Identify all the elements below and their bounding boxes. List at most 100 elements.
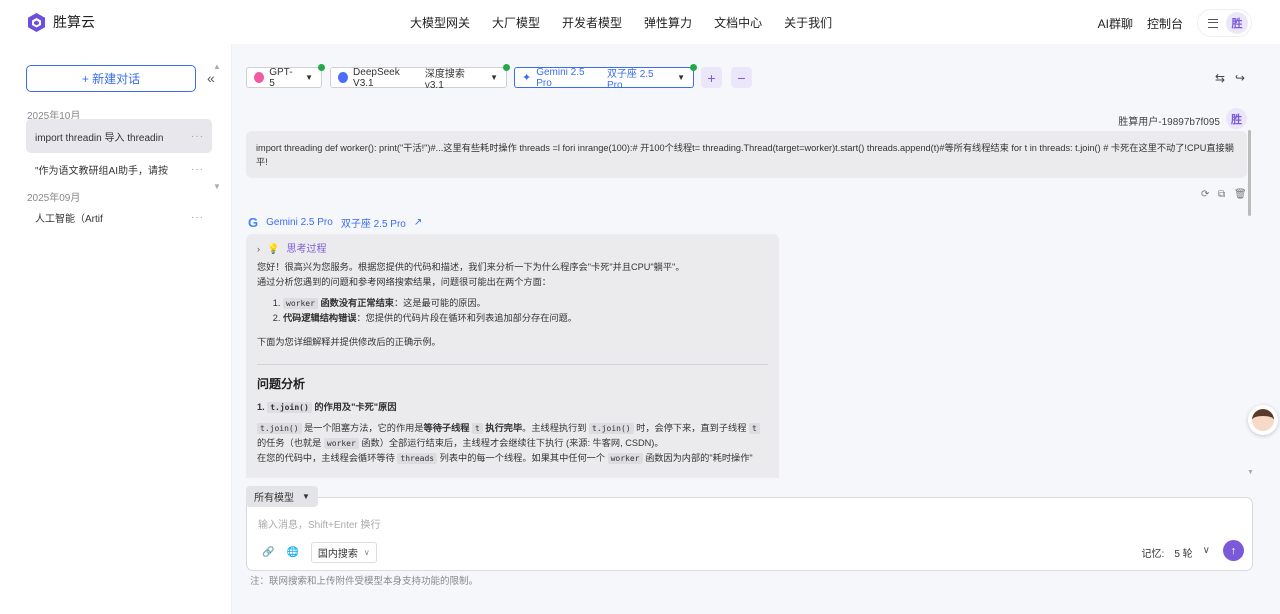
model-name: Gemini 2.5 Pro <box>536 66 585 89</box>
text: 是一个阻塞方法，它的作用是 <box>304 423 424 433</box>
bold-text: 等待子线程 <box>423 423 470 433</box>
globe-icon[interactable]: 🌐 <box>286 547 298 558</box>
divider <box>257 364 768 365</box>
brand[interactable]: 胜算云 <box>28 12 95 32</box>
inline-code: t.join() <box>589 423 634 434</box>
top-header: 胜算云 大模型网关 大厂模型 开发者模型 弹性算力 文档中心 关于我们 AI群聊… <box>0 0 1280 44</box>
inline-code: threads <box>397 453 438 464</box>
dropdown-icon: ▼ <box>677 73 685 82</box>
ai-model-sub: 双子座 2.5 Pro <box>340 219 406 230</box>
user-message: import threading def worker(): print("干活… <box>246 131 1247 178</box>
nav-item-big-vendor[interactable]: 大厂模型 <box>492 14 540 31</box>
gpt-icon <box>254 72 265 83</box>
user-name: 胜算用户-19897b7f095 <box>1118 117 1220 128</box>
dropdown-icon: ▼ <box>302 492 310 501</box>
conversation-item[interactable]: 人工智能（Artif ··· <box>26 200 212 234</box>
list-item: worker 函数没有正常结束：这是最可能的原因。 <box>283 296 768 311</box>
bold-text: 执行完毕 <box>485 423 523 433</box>
dropdown-icon: ▼ <box>305 73 313 82</box>
list-item: 代码逻辑结构错误：您提供的代码片段在循环和列表追加部分存在问题。 <box>283 311 768 326</box>
thinking-label: 思考过程 <box>286 244 327 255</box>
main-nav: 大模型网关 大厂模型 开发者模型 弹性算力 文档中心 关于我们 <box>410 14 832 31</box>
model-name: GPT-5 <box>269 66 293 89</box>
console-link[interactable]: 控制台 <box>1147 15 1183 32</box>
footer-note: 注：联网搜索和上传附件受模型本身支持功能的限制。 <box>250 576 479 587</box>
deepseek-icon <box>338 72 349 83</box>
user-menu[interactable]: 胜 <box>1197 9 1252 37</box>
share-icon[interactable]: ↪ <box>1235 71 1245 85</box>
search-mode-select[interactable]: 国内搜索 ∨ <box>310 542 377 563</box>
more-icon[interactable]: ··· <box>191 164 204 175</box>
delete-icon[interactable]: 🗑 <box>1234 189 1247 200</box>
conversation-title: import threadin 导入 threadin <box>35 132 164 144</box>
memory-value: 5 轮 <box>1174 549 1193 560</box>
sub-heading: 1. t.join() 的作用及"卡死"原因 <box>257 400 768 415</box>
add-model-button[interactable]: + <box>701 67 722 88</box>
nav-item-docs[interactable]: 文档中心 <box>714 14 762 31</box>
composer: 输入消息，Shift+Enter 换行 🔗 🌐 国内搜索 ∨ 记忆: 5 轮 ∨… <box>246 497 1253 571</box>
more-icon[interactable]: ··· <box>191 212 204 223</box>
conversation-item[interactable]: "作为语文教研组AI助手，请按 ··· <box>26 152 212 186</box>
chevron-down-icon: ∨ <box>1202 545 1210 556</box>
bold-text: 函数没有正常结束 <box>320 298 394 308</box>
switch-icon[interactable]: ⇆ <box>1215 71 1225 85</box>
assistant-face-icon <box>1252 409 1274 431</box>
refresh-icon[interactable]: ⟳ <box>1201 189 1209 200</box>
text: 时，会停下来，直到子线程 <box>636 423 747 433</box>
model-chip-deepseek[interactable]: DeepSeek V3.1 深度搜索 v3.1 ▼ <box>330 64 510 91</box>
send-button[interactable]: ↑ <box>1223 540 1244 561</box>
assistant-avatar[interactable] <box>1248 405 1278 435</box>
group-chat-link[interactable]: AI群聊 <box>1098 15 1133 32</box>
scroll-up-icon[interactable]: ▲ <box>213 62 221 71</box>
inline-code: worker <box>607 453 643 464</box>
model-chip-gpt5[interactable]: GPT-5 ▼ <box>246 64 325 89</box>
sub-num: 1. <box>257 402 265 412</box>
nav-item-about[interactable]: 关于我们 <box>784 14 832 31</box>
chevron-right-icon: › <box>257 244 260 254</box>
user-avatar: 胜 <box>1226 108 1247 129</box>
text: 函数因为内部的"耗时操作" <box>645 453 753 463</box>
thinking-toggle[interactable]: › 💡 思考过程 <box>257 242 768 257</box>
model-chip-gemini[interactable]: ✦ Gemini 2.5 Pro 双子座 2.5 Pro ▼ <box>514 64 697 91</box>
nav-item-developer[interactable]: 开发者模型 <box>562 14 622 31</box>
all-models-label: 所有模型 <box>254 493 294 504</box>
status-dot <box>318 64 325 71</box>
search-mode-label: 国内搜索 <box>317 549 358 560</box>
ai-model-name: Gemini 2.5 Pro <box>266 217 333 228</box>
scroll-down-icon[interactable]: ▼ <box>1247 469 1254 476</box>
text: 。主线程执行到 <box>522 423 587 433</box>
dropdown-icon: ▼ <box>490 73 499 82</box>
brand-name: 胜算云 <box>53 14 95 30</box>
conversation-item[interactable]: import threadin 导入 threadin ··· <box>26 119 212 153</box>
remove-model-button[interactable]: − <box>731 67 752 88</box>
sub-text: 的作用及"卡死"原因 <box>314 402 397 412</box>
attach-link-icon[interactable]: 🔗 <box>262 547 274 558</box>
conversation-title: 人工智能（Artif <box>35 213 103 225</box>
bold-text: 代码逻辑结构错误 <box>283 313 357 323</box>
ai-paragraph: 通过分析您遇到的问题和参考网络搜索结果，问题很可能出在两个方面： <box>257 277 551 287</box>
nav-item-compute[interactable]: 弹性算力 <box>644 14 692 31</box>
inline-code: worker <box>283 298 318 309</box>
conversation-title: "作为语文教研组AI助手，请按 <box>35 165 168 177</box>
collapse-sidebar-icon[interactable]: « <box>207 70 215 86</box>
ai-paragraph: t.join() 是一个阻塞方法，它的作用是等待子线程 t 执行完毕。主线程执行… <box>257 421 768 451</box>
copy-icon[interactable]: ⧉ <box>1218 189 1225 200</box>
scroll-down-icon[interactable]: ▼ <box>213 182 221 191</box>
section-title: 问题分析 <box>257 377 306 391</box>
menu-icon[interactable] <box>1208 18 1218 28</box>
scrollbar[interactable] <box>1248 130 1251 216</box>
header-right: AI群聊 控制台 胜 <box>1098 9 1252 37</box>
memory-setting[interactable]: 记忆: 5 轮 ∨ <box>1142 545 1210 560</box>
ai-message: › 💡 思考过程 您好！很高兴为您服务。根据您提供的代码和描述，我们来分析一下为… <box>246 234 779 478</box>
avatar[interactable]: 胜 <box>1226 12 1248 34</box>
text: 列表中的每一个线程。如果其中任何一个 <box>439 453 606 463</box>
list-text: ：您提供的代码片段在循环和列表追加部分存在问题。 <box>356 313 578 323</box>
external-link-icon[interactable]: ↗ <box>414 217 422 228</box>
more-icon[interactable]: ··· <box>191 131 204 142</box>
new-chat-button[interactable]: + 新建对话 <box>26 65 196 92</box>
ai-paragraph: 下面为您详细解释并提供修改后的正确示例。 <box>257 337 441 347</box>
all-models-tab[interactable]: 所有模型 ▼ <box>246 486 318 507</box>
inline-code: t <box>472 423 483 434</box>
message-input[interactable]: 输入消息，Shift+Enter 换行 <box>258 516 381 531</box>
nav-item-gateway[interactable]: 大模型网关 <box>410 14 470 31</box>
